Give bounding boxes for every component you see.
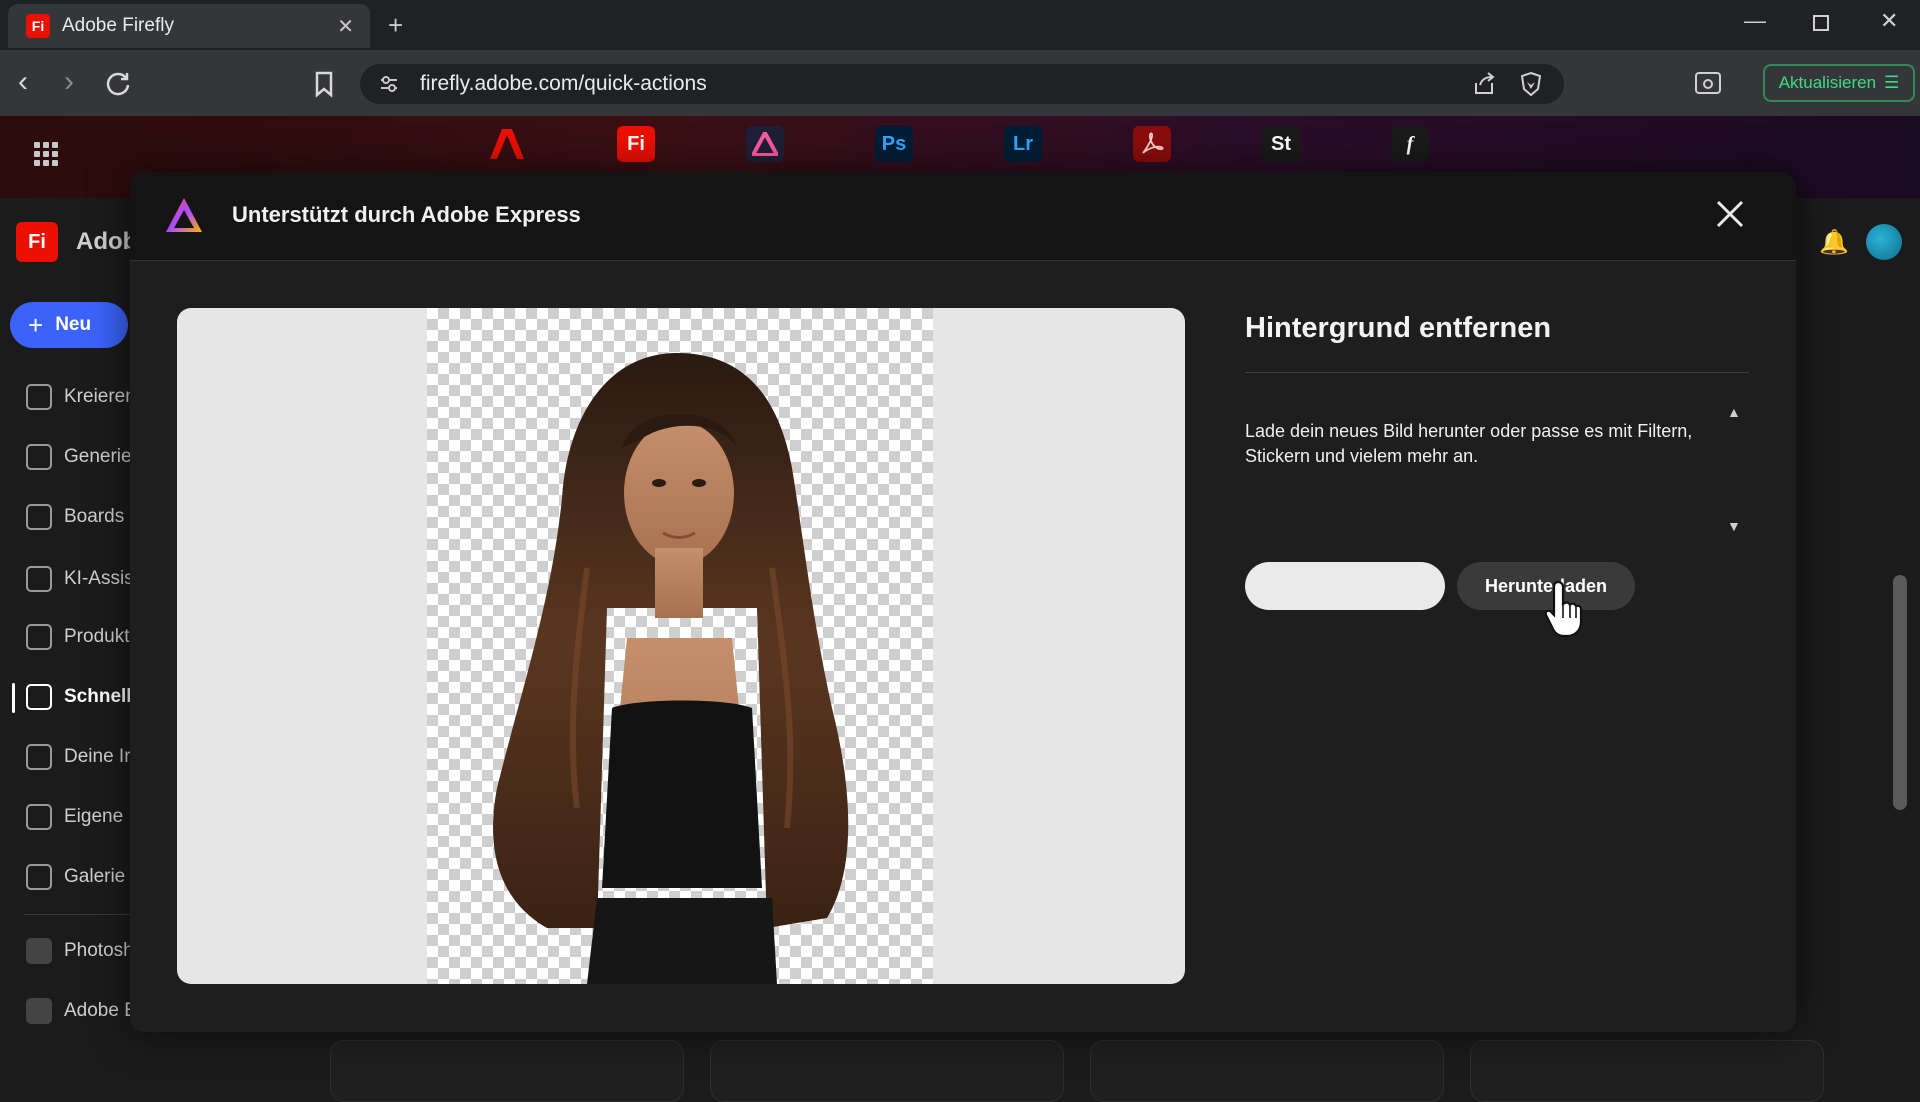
image-preview (177, 308, 1185, 984)
forward-icon[interactable]: › (64, 65, 74, 99)
reload-icon[interactable] (104, 70, 132, 106)
tab-title: Adobe Firefly (62, 15, 174, 36)
stock-app-icon[interactable]: St (1262, 126, 1300, 162)
plus-icon: + (28, 309, 44, 340)
edit-button[interactable] (1245, 562, 1445, 610)
sidebar-item-products[interactable]: Produkt (26, 624, 129, 650)
cutout-portrait (493, 353, 849, 984)
sidebar-item-adobe-express[interactable]: Adobe E (26, 998, 137, 1024)
background-card (1470, 1040, 1824, 1102)
maximize-icon[interactable] (1812, 12, 1830, 38)
background-card (330, 1040, 684, 1102)
address-bar[interactable]: firefly.adobe.com/quick-actions (360, 64, 1564, 104)
share-icon[interactable] (1472, 71, 1498, 97)
close-tab-icon[interactable]: ✕ (337, 14, 354, 39)
scroll-down-icon[interactable]: ▼ (1727, 518, 1741, 534)
products-icon (26, 624, 52, 650)
fonts-app-icon[interactable]: f (1391, 126, 1429, 162)
express-icon (26, 998, 52, 1024)
page-scrollbar[interactable] (1893, 575, 1907, 810)
panel-title: Hintergrund entfernen (1245, 312, 1552, 344)
sidebar-item-custom[interactable]: Eigene I (26, 804, 134, 830)
update-label: Aktualisieren (1778, 73, 1877, 92)
brand-name: Adob (76, 228, 138, 255)
bell-icon[interactable]: 🔔 (1819, 228, 1849, 257)
gallery-icon (26, 864, 52, 890)
panel-description: Lade dein neues Bild herunter oder passe… (1245, 421, 1693, 466)
boards-icon (26, 504, 52, 530)
generate-icon (26, 444, 52, 470)
sidebar-item-photoshop[interactable]: Photosh (26, 938, 134, 964)
brave-shield-icon[interactable] (1518, 71, 1544, 97)
adobe-express-logo-icon (166, 198, 202, 232)
ai-assistant-icon (26, 566, 52, 592)
reader-mode-icon[interactable] (1694, 70, 1722, 104)
sidebar-item-your-files[interactable]: Deine Ir (26, 744, 131, 770)
photoshop-icon (26, 938, 52, 964)
sidebar-item-boards[interactable]: Boards (26, 504, 124, 530)
create-icon (26, 384, 52, 410)
sidebar-divider (24, 914, 130, 915)
panel-divider (1245, 372, 1749, 373)
photoshop-app-icon[interactable]: Ps (875, 126, 913, 162)
site-settings-icon[interactable] (378, 73, 400, 95)
minimize-icon[interactable]: — (1744, 8, 1766, 34)
rocket-icon (26, 684, 52, 710)
background-card (710, 1040, 1064, 1102)
new-button[interactable]: + Neu (10, 302, 128, 348)
browser-tab[interactable]: Fi Adobe Firefly ✕ (8, 4, 370, 48)
back-icon[interactable]: ‹ (18, 65, 28, 99)
bookmark-icon[interactable] (312, 70, 336, 106)
apps-grid-icon[interactable] (34, 142, 58, 166)
hand-cursor-icon (1544, 580, 1583, 638)
lightroom-app-icon[interactable]: Lr (1004, 126, 1042, 162)
browser-navbar: ‹ › firefly.adobe.com/quick-actions Aktu… (0, 50, 1920, 116)
scroll-up-icon[interactable]: ▲ (1727, 404, 1741, 420)
sidebar-item-quick-actions[interactable]: Schnell (26, 684, 132, 710)
new-button-label: Neu (55, 314, 92, 335)
close-window-icon[interactable]: ✕ (1880, 8, 1898, 34)
folder-icon (26, 744, 52, 770)
custom-models-icon (26, 804, 52, 830)
firefly-logo[interactable]: Fi (16, 222, 58, 262)
acrobat-app-icon[interactable] (1133, 126, 1171, 162)
sidebar-item-ai-assistant[interactable]: KI-Assis (26, 566, 134, 592)
close-icon[interactable] (1710, 194, 1750, 234)
url-text[interactable]: firefly.adobe.com/quick-actions (420, 72, 1472, 96)
firefly-favicon: Fi (26, 14, 50, 38)
menu-icon: ☰ (1884, 73, 1900, 92)
sidebar-item-generate[interactable]: Generie (26, 444, 132, 470)
firefly-app-icon[interactable]: Fi (617, 126, 655, 162)
adobe-logo-icon[interactable] (488, 126, 526, 162)
sidebar-item-gallery[interactable]: Galerie (26, 864, 125, 890)
avatar[interactable] (1866, 224, 1902, 260)
update-button[interactable]: Aktualisieren ☰ (1763, 64, 1915, 102)
background-card (1090, 1040, 1444, 1102)
modal-header: Unterstützt durch Adobe Express (130, 172, 1796, 261)
express-app-icon[interactable] (746, 126, 784, 162)
new-tab-icon[interactable]: + (388, 10, 403, 41)
browser-tabbar: Fi Adobe Firefly ✕ + — ✕ (0, 0, 1920, 50)
modal-title: Unterstützt durch Adobe Express (232, 202, 581, 227)
sidebar-item-create[interactable]: Kreieren (26, 384, 136, 410)
active-indicator (12, 683, 15, 713)
